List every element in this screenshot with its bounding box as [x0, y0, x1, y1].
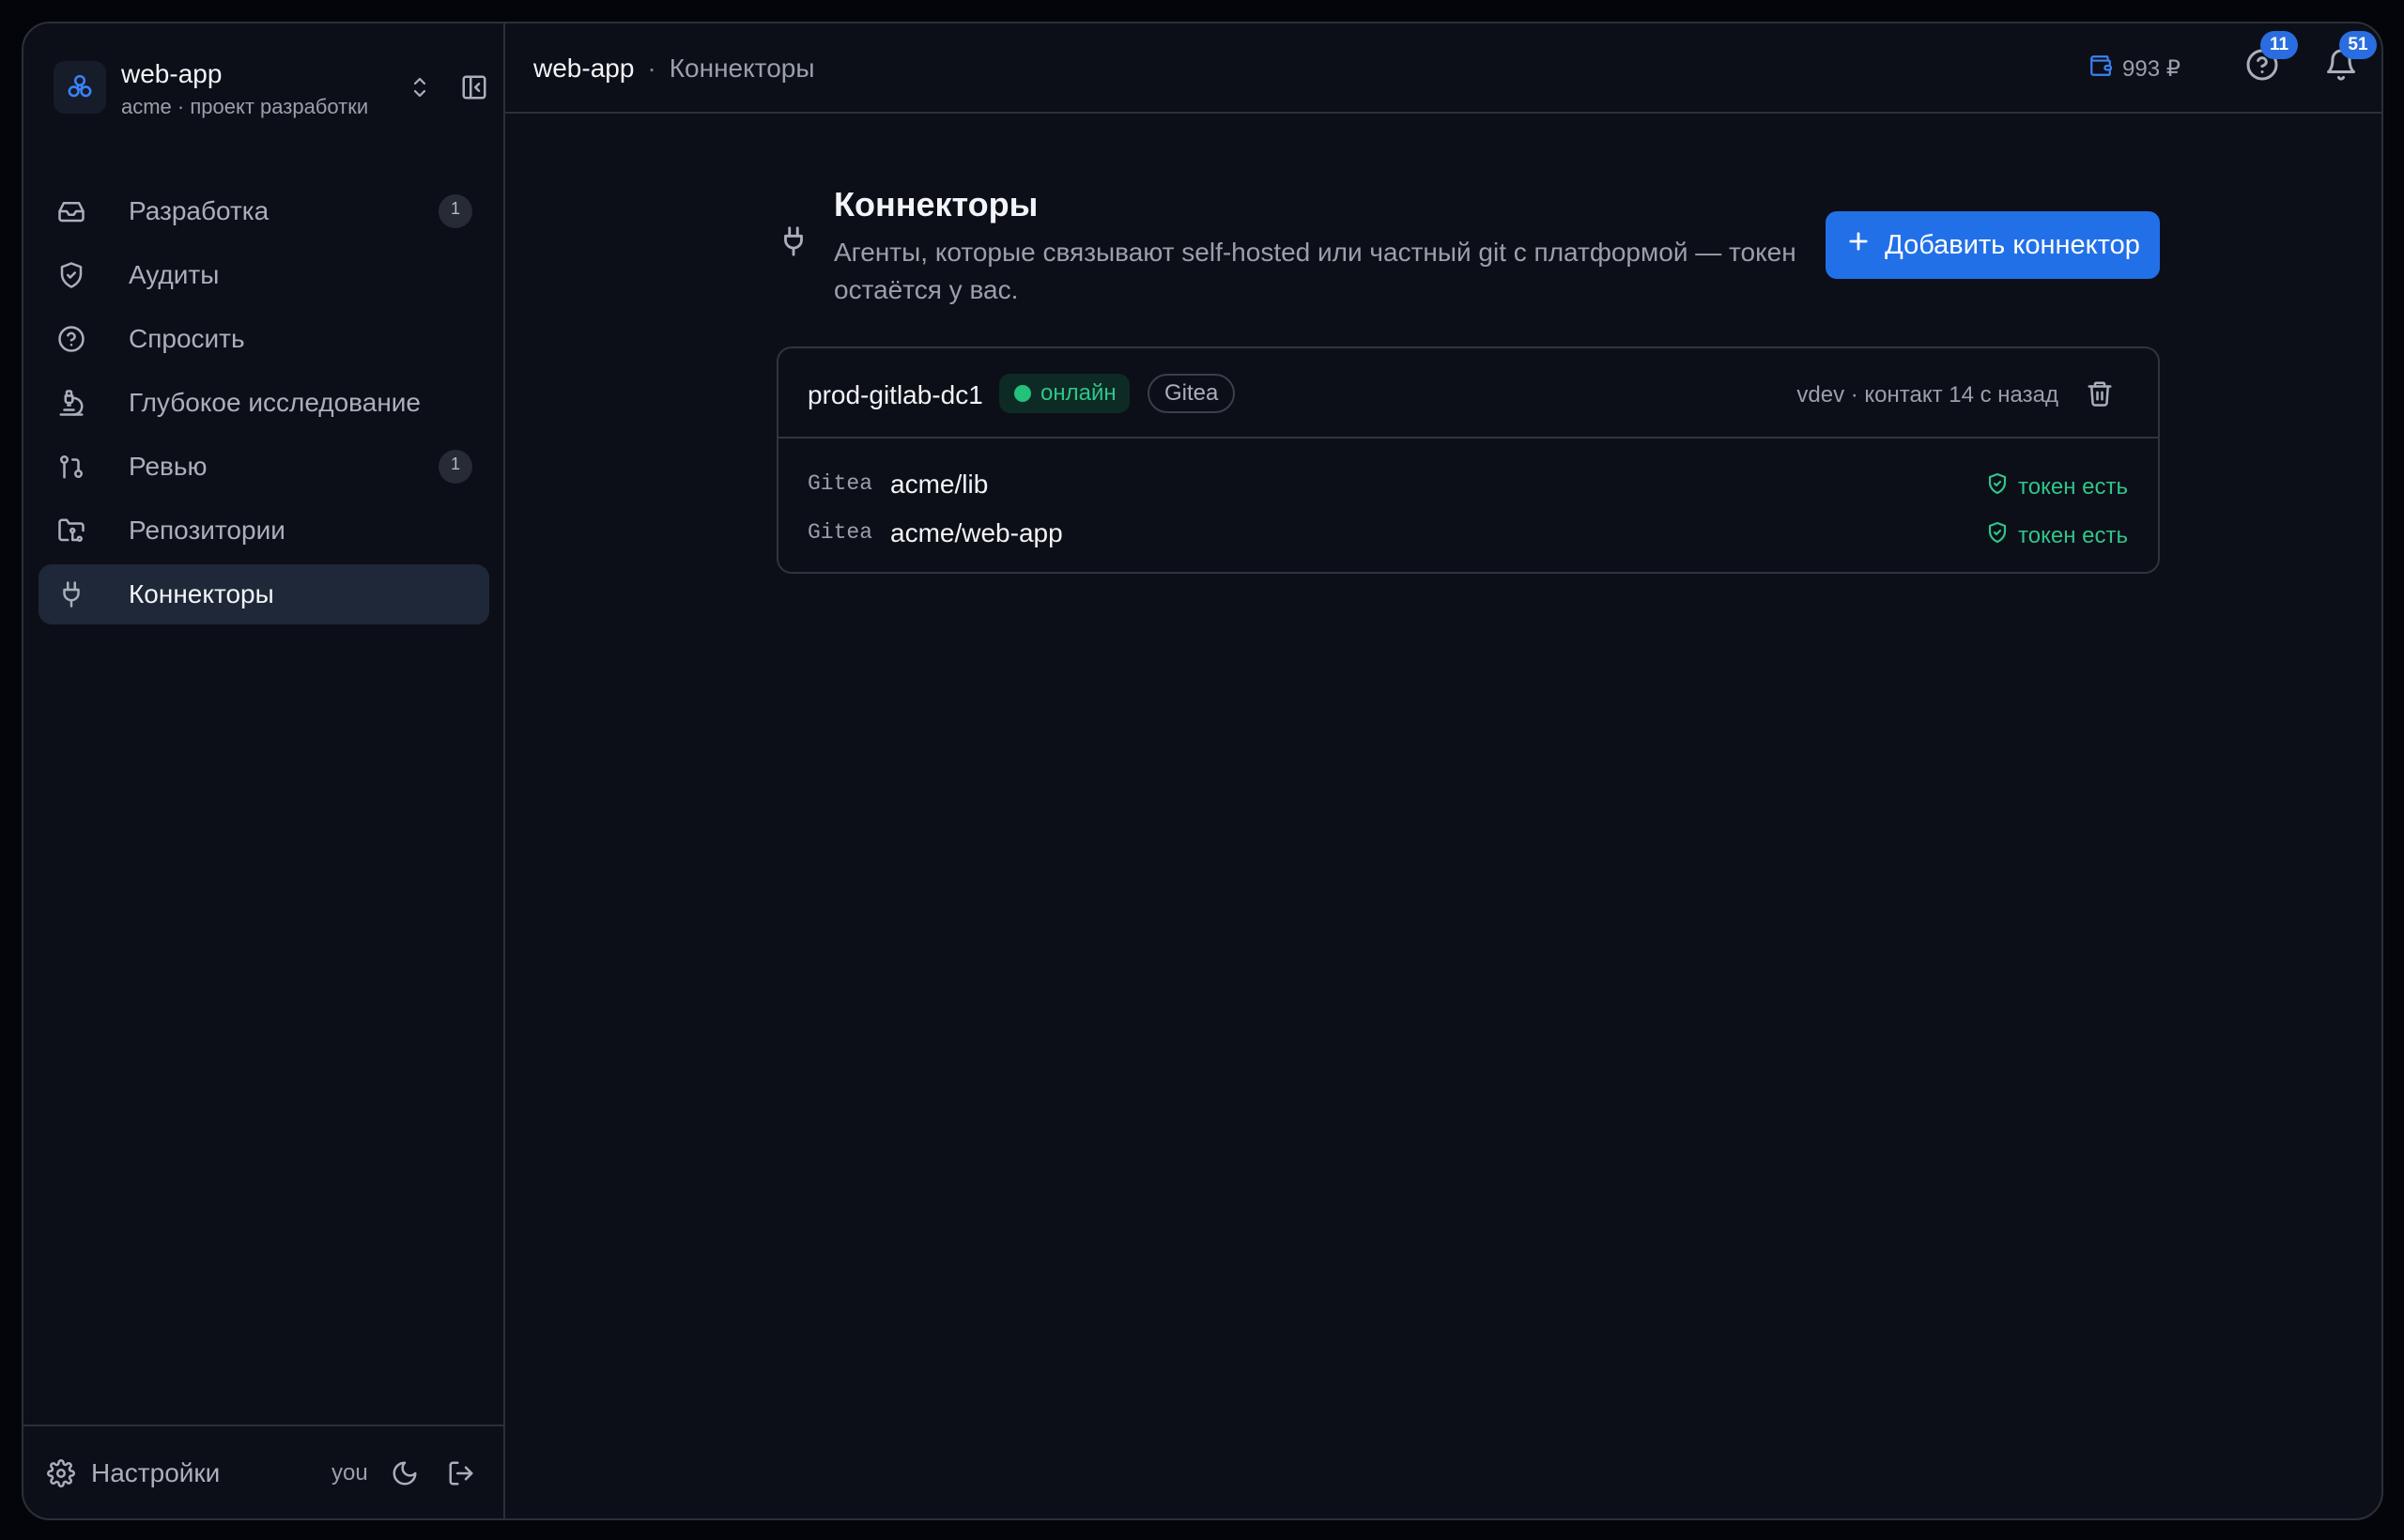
provider-tag: Gitea — [1148, 374, 1236, 413]
add-connector-button[interactable]: Добавить коннектор — [1826, 211, 2160, 279]
shield-check-icon — [1986, 471, 2009, 502]
shield-check-icon — [1986, 520, 2009, 551]
balance[interactable]: 993 ₽ — [2088, 54, 2181, 85]
sidebar-collapse-icon[interactable] — [457, 70, 491, 104]
repo-provider: Gitea — [808, 471, 873, 496]
token-status-label: токен есть — [2018, 473, 2128, 500]
page-title: Коннекторы — [834, 185, 1039, 223]
repo-provider: Gitea — [808, 520, 873, 545]
current-user: you — [331, 1460, 368, 1486]
sidebar-item-development[interactable]: Разработка 1 — [39, 181, 489, 241]
sidebar-item-deep-research[interactable]: Глубокое исследование — [39, 373, 489, 433]
chevrons-up-down-icon[interactable] — [403, 70, 437, 104]
help-circle-icon — [57, 325, 85, 353]
folder-git-icon — [57, 516, 85, 545]
count-badge: 1 — [439, 194, 472, 228]
plug-icon — [775, 221, 812, 262]
sidebar-item-label: Аудиты — [129, 260, 220, 289]
notifications-count-badge: 51 — [2339, 31, 2377, 59]
plug-icon — [57, 580, 85, 608]
wallet-icon — [2088, 54, 2113, 85]
repo-row: Gitea acme/web-app токен есть — [778, 513, 2158, 554]
repo-name: acme/web-app — [890, 518, 1063, 547]
inbox-icon — [57, 197, 85, 225]
sidebar-item-label: Репозитории — [129, 516, 285, 545]
sidebar-item-repositories[interactable]: Репозитории — [39, 500, 489, 561]
repo-row: Gitea acme/lib токен есть — [778, 464, 2158, 505]
connector-card: prod-gitlab-dc1 онлайн Gitea vdev · конт… — [777, 346, 2160, 574]
shield-check-icon — [57, 261, 85, 289]
project-switcher[interactable]: web-app acme · проект разработки — [54, 59, 476, 118]
sidebar-item-ask[interactable]: Спросить — [39, 309, 489, 369]
balance-amount: 993 ₽ — [2122, 56, 2181, 82]
sidebar-item-audits[interactable]: Аудиты — [39, 245, 489, 305]
status-badge: онлайн — [999, 374, 1130, 413]
sidebar-nav: Разработка 1 Аудиты Спросить Глубокое ис… — [39, 181, 489, 628]
notifications-button[interactable]: 51 — [2322, 31, 2377, 85]
help-button[interactable]: 11 — [2243, 31, 2298, 85]
settings-gear-icon[interactable] — [46, 1458, 76, 1488]
token-status-label: токен есть — [2018, 522, 2128, 548]
breadcrumb-separator: · — [647, 54, 656, 83]
settings-link[interactable]: Настройки — [91, 1458, 220, 1488]
sidebar-item-label: Ревью — [129, 452, 208, 481]
breadcrumb-project[interactable]: web-app — [533, 54, 634, 84]
sidebar-footer: Настройки you — [23, 1424, 503, 1518]
page-header: Коннекторы Агенты, которые связывают sel… — [775, 183, 2160, 315]
connector-header: prod-gitlab-dc1 онлайн Gitea vdev · конт… — [778, 348, 2158, 439]
connector-meta: vdev · контакт 14 с назад — [1796, 382, 2058, 408]
repo-name: acme/lib — [890, 470, 989, 499]
moon-icon[interactable] — [388, 1456, 422, 1490]
sidebar: web-app acme · проект разработки Разрабо… — [23, 23, 505, 1518]
count-badge: 1 — [439, 450, 472, 484]
token-status: токен есть — [1986, 520, 2128, 551]
status-dot-icon — [1014, 385, 1031, 402]
project-logo-icon — [54, 61, 106, 114]
breadcrumb: web-app · Коннекторы — [533, 54, 814, 84]
page-description: Агенты, которые связывают self-hosted ил… — [834, 238, 1796, 304]
project-subtitle: acme · проект разработки — [121, 95, 369, 118]
breadcrumb-current: Коннекторы — [669, 54, 815, 83]
trash-icon[interactable] — [2083, 377, 2117, 410]
project-name: web-app — [121, 59, 223, 88]
microscope-icon — [57, 389, 85, 417]
plus-icon — [1845, 228, 1872, 262]
add-connector-label: Добавить коннектор — [1885, 229, 2140, 260]
sidebar-item-label: Разработка — [129, 196, 270, 225]
topbar: web-app · Коннекторы 993 ₽ 11 51 — [505, 23, 2381, 114]
sidebar-item-connectors[interactable]: Коннекторы — [39, 564, 489, 624]
token-status: токен есть — [1986, 471, 2128, 502]
logout-icon[interactable] — [444, 1456, 478, 1490]
sidebar-item-review[interactable]: Ревью 1 — [39, 437, 489, 497]
app-window: web-app acme · проект разработки Разрабо… — [22, 22, 2383, 1520]
status-label: онлайн — [1040, 380, 1117, 406]
help-count-badge: 11 — [2260, 31, 2298, 59]
git-pull-request-icon — [57, 453, 85, 481]
sidebar-item-label: Глубокое исследование — [129, 388, 421, 417]
sidebar-item-label: Спросить — [129, 324, 245, 353]
sidebar-item-label: Коннекторы — [129, 579, 274, 608]
connector-name: prod-gitlab-dc1 — [808, 380, 983, 409]
